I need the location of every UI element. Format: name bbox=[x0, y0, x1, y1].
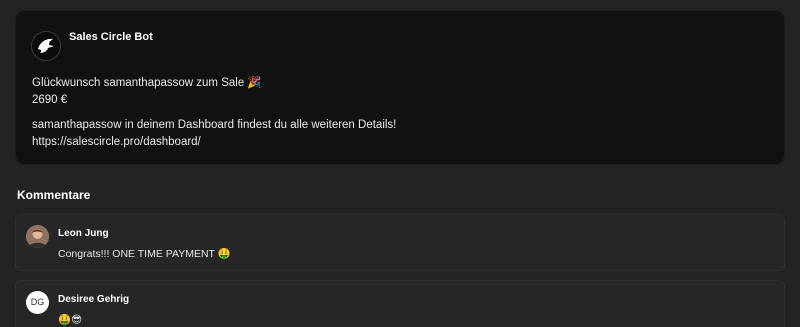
comment-text: Congrats!!! ONE TIME PAYMENT 🤑 bbox=[58, 248, 231, 260]
dashboard-link[interactable]: https://salescircle.pro/dashboard/ bbox=[32, 136, 201, 148]
bot-post-card: Sales Circle Bot Glückwunsch samanthapas… bbox=[15, 10, 785, 165]
post-author: Sales Circle Bot bbox=[69, 31, 153, 43]
comment-author[interactable]: Desiree Gehrig bbox=[58, 294, 129, 305]
page: Sales Circle Bot Glückwunsch samanthapas… bbox=[0, 0, 800, 327]
comments-heading: Kommentare bbox=[17, 188, 91, 202]
comment-item: Leon Jung Congrats!!! ONE TIME PAYMENT 🤑 bbox=[15, 214, 785, 271]
avatar[interactable] bbox=[26, 225, 49, 248]
comment-text: 🤑😎 bbox=[58, 314, 83, 326]
eagle-logo-icon bbox=[31, 31, 61, 61]
post-amount: 2690 € bbox=[32, 94, 68, 106]
avatar[interactable]: DG bbox=[26, 291, 49, 314]
comment-author[interactable]: Leon Jung bbox=[58, 228, 109, 239]
post-details-text: samanthapassow in deinem Dashboard finde… bbox=[32, 119, 397, 131]
post-congrats-text: Glückwunsch samanthapassow zum Sale 🎉 bbox=[32, 77, 262, 89]
comment-item: DG Desiree Gehrig 🤑😎 bbox=[15, 280, 785, 327]
